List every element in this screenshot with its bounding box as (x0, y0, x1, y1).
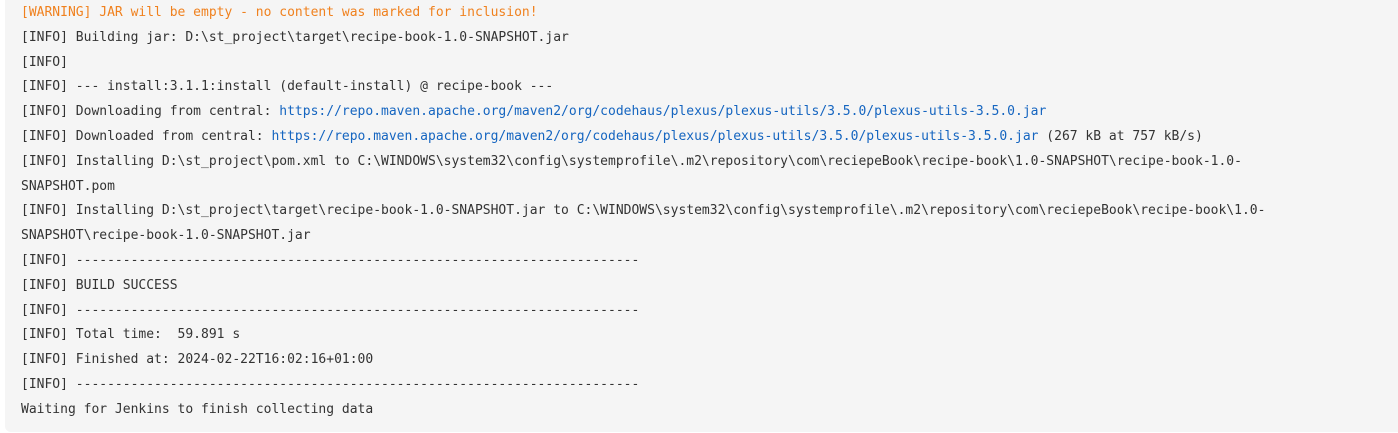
log-line-warning: [WARNING] JAR will be empty - no content… (21, 1, 1398, 26)
log-text: [INFO] Total time: 59.891 s (21, 327, 241, 343)
log-text: [INFO] Installing D:\st_project\pom.xml … (21, 153, 1242, 169)
artifact-link[interactable]: https://repo.maven.apache.org/maven2/org… (271, 129, 1038, 144)
log-text: [INFO] Installing D:\st_project\target\r… (21, 203, 1266, 219)
log-text: [INFO] Building jar: D:\st_project\targe… (21, 29, 569, 45)
log-text: [INFO] Finished at: 2024-02-22T16:02:16+… (21, 352, 374, 368)
log-line: [INFO] (21, 51, 1398, 76)
log-line: [INFO] Installing D:\st_project\target\r… (21, 199, 1398, 224)
log-line-download: [INFO] Downloading from central: https:/… (21, 100, 1398, 125)
log-text: [INFO] ---------------------------------… (21, 376, 640, 392)
log-text: [INFO] (21, 54, 68, 70)
log-text: Waiting for Jenkins to finish collecting… (21, 401, 374, 417)
log-line-downloaded: [INFO] Downloaded from central: https://… (21, 125, 1398, 150)
log-line-total-time: [INFO] Total time: 59.891 s (21, 323, 1398, 348)
artifact-link[interactable]: https://repo.maven.apache.org/maven2/org… (279, 104, 1046, 119)
log-line: [INFO] --- install:3.1.1:install (defaul… (21, 75, 1398, 100)
log-line: [INFO] Installing D:\st_project\pom.xml … (21, 150, 1398, 175)
log-text: [INFO] Downloaded from central: (21, 128, 272, 144)
log-line-status: Waiting for Jenkins to finish collecting… (21, 398, 1398, 423)
log-line-build-status: [INFO] BUILD SUCCESS (21, 274, 1398, 299)
log-line: [INFO] Building jar: D:\st_project\targe… (21, 26, 1398, 51)
log-line: SNAPSHOT.pom (21, 175, 1398, 200)
log-text: [INFO] ---------------------------------… (21, 302, 640, 318)
log-text: SNAPSHOT.pom (21, 178, 115, 194)
log-text: [INFO] BUILD SUCCESS (21, 277, 178, 293)
log-line: SNAPSHOT\recipe-book-1.0-SNAPSHOT.jar (21, 224, 1398, 249)
log-line-separator: [INFO] ---------------------------------… (21, 249, 1398, 274)
log-text: [INFO] Downloading from central: (21, 104, 280, 120)
log-line-separator: [INFO] ---------------------------------… (21, 299, 1398, 324)
console-output: [WARNING] JAR will be empty - no content… (5, 0, 1398, 432)
log-line-finished-at: [INFO] Finished at: 2024-02-22T16:02:16+… (21, 348, 1398, 373)
log-text: [WARNING] JAR will be empty - no content… (21, 5, 538, 20)
log-text: [INFO] ---------------------------------… (21, 252, 640, 268)
log-text: (267 kB at 757 kB/s) (1038, 128, 1203, 144)
log-line-separator: [INFO] ---------------------------------… (21, 373, 1398, 398)
log-text: SNAPSHOT\recipe-book-1.0-SNAPSHOT.jar (21, 228, 311, 244)
log-text: [INFO] --- install:3.1.1:install (defaul… (21, 79, 554, 95)
